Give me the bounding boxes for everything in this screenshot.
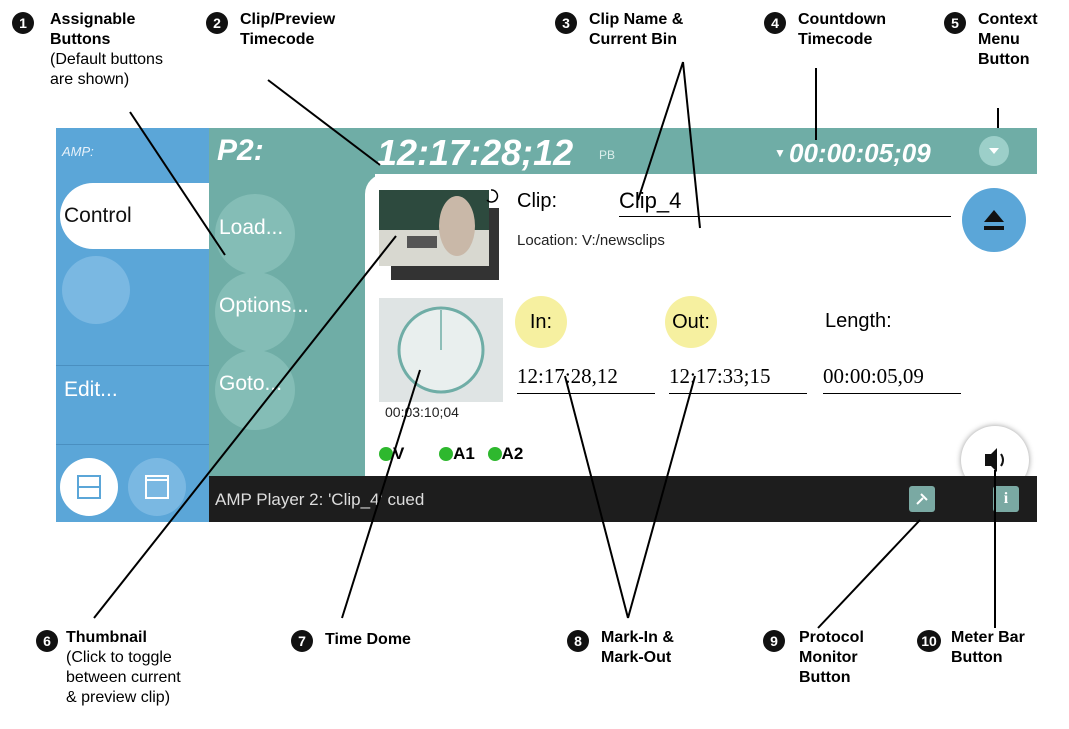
- leader-lines: [93, 61, 999, 629]
- leader-line-8b: [627, 375, 696, 619]
- leader-line-8a: [564, 375, 629, 619]
- leader-line-3b: [682, 61, 701, 229]
- leader-line-3a: [637, 61, 684, 201]
- leader-line-2: [267, 79, 381, 166]
- leader-line-6: [93, 235, 397, 619]
- leader-line-7: [341, 369, 421, 619]
- leader-line-9: [817, 519, 921, 629]
- leader-line-1: [129, 111, 226, 256]
